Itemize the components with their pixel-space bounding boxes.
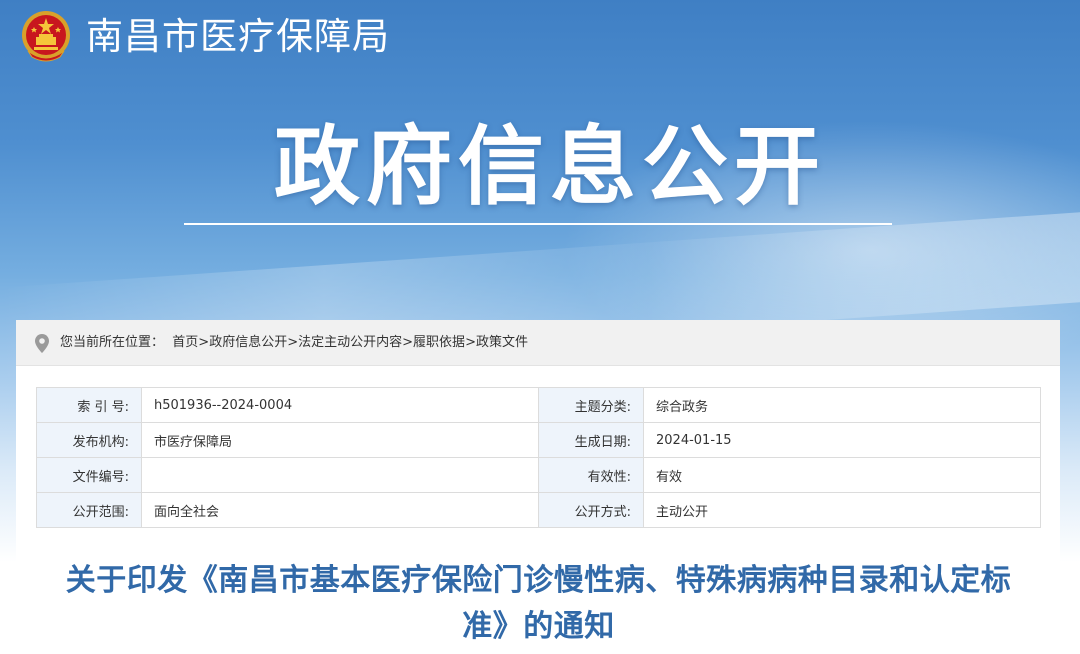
- breadcrumb: 您当前所在位置： 首页>政府信息公开>法定主动公开内容>履职依据>政策文件: [16, 320, 1060, 366]
- national-emblem-icon[interactable]: [20, 9, 72, 63]
- meta-label: 公开方式:: [538, 492, 644, 528]
- meta-value: 有效: [643, 457, 1041, 493]
- breadcrumb-separator: >: [402, 335, 414, 350]
- meta-label: 公开范围:: [36, 492, 142, 528]
- meta-value: 2024-01-15: [643, 422, 1041, 458]
- meta-value: 综合政务: [643, 387, 1041, 423]
- breadcrumb-separator: >: [198, 335, 210, 350]
- meta-label: 文件编号:: [36, 457, 142, 493]
- breadcrumb-item-gov-info[interactable]: 政府信息公开: [209, 335, 287, 350]
- meta-label: 生成日期:: [538, 422, 644, 458]
- document-title-line: 准》的通知: [462, 609, 615, 644]
- hero-divider: [184, 223, 892, 225]
- table-row: 文件编号: 有效性: 有效: [36, 457, 1041, 493]
- hero-title: 政府信息公开: [274, 117, 826, 217]
- meta-label: 主题分类:: [538, 387, 644, 423]
- content-panel: 您当前所在位置： 首页>政府信息公开>法定主动公开内容>履职依据>政策文件 索 …: [16, 320, 1060, 654]
- table-row: 索 引 号: h501936--2024-0004 主题分类: 综合政务: [36, 387, 1041, 423]
- breadcrumb-separator: >: [287, 335, 299, 350]
- meta-label: 有效性:: [538, 457, 644, 493]
- meta-value: 主动公开: [643, 492, 1041, 528]
- meta-value: 市医疗保障局: [141, 422, 539, 458]
- document-title: 关于印发《南昌市基本医疗保险门诊慢性病、特殊病病种目录和认定标 准》的通知: [36, 558, 1041, 650]
- site-title[interactable]: 南昌市医疗保障局: [86, 13, 390, 61]
- meta-label: 索 引 号:: [36, 387, 142, 423]
- table-row: 公开范围: 面向全社会 公开方式: 主动公开: [36, 492, 1041, 528]
- breadcrumb-separator: >: [465, 335, 476, 350]
- document-title-line: 关于印发《南昌市基本医疗保险门诊慢性病、特殊病病种目录和认定标: [65, 563, 1012, 598]
- breadcrumb-item-home[interactable]: 首页: [172, 335, 198, 350]
- location-pin-icon: [35, 334, 49, 353]
- breadcrumb-item-statutory[interactable]: 法定主动公开内容: [298, 335, 402, 350]
- breadcrumb-prefix: 您当前所在位置：: [60, 335, 165, 350]
- breadcrumb-text: 您当前所在位置： 首页>政府信息公开>法定主动公开内容>履职依据>政策文件: [60, 320, 528, 366]
- breadcrumb-item-duty-basis[interactable]: 履职依据: [413, 335, 465, 350]
- meta-value: [141, 457, 539, 493]
- breadcrumb-item-policy-docs[interactable]: 政策文件: [476, 335, 528, 350]
- table-row: 发布机构: 市医疗保障局 生成日期: 2024-01-15: [36, 422, 1041, 458]
- meta-label: 发布机构:: [36, 422, 142, 458]
- meta-value: h501936--2024-0004: [141, 387, 539, 423]
- document-meta-table: 索 引 号: h501936--2024-0004 主题分类: 综合政务 发布机…: [36, 387, 1041, 528]
- meta-value: 面向全社会: [141, 492, 539, 528]
